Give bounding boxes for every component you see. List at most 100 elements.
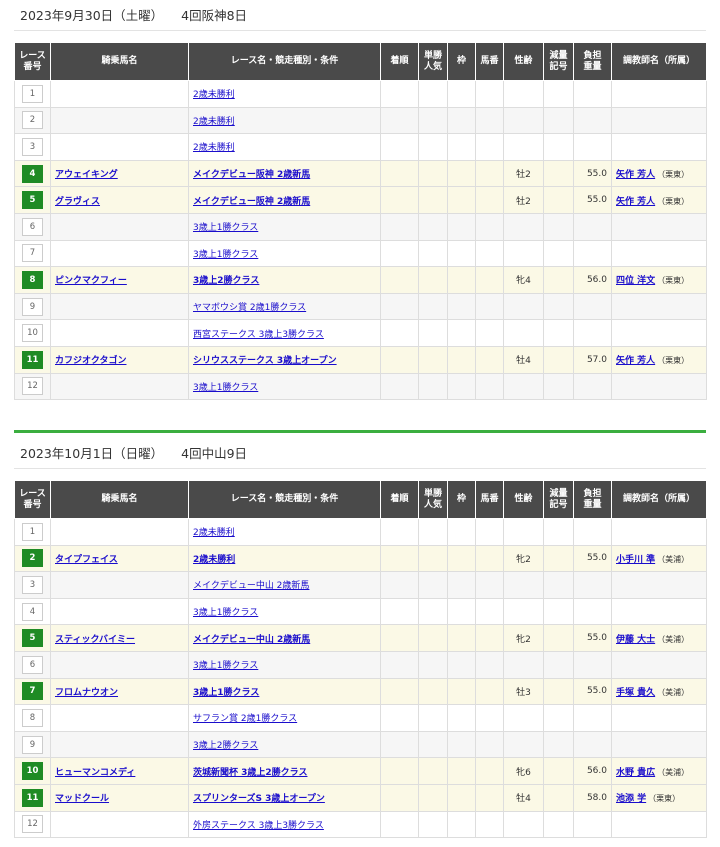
finish-cell — [380, 650, 419, 679]
sex-age-cell — [503, 597, 544, 626]
horse-name-link[interactable]: タイプフェイス — [55, 555, 118, 565]
race-name-link[interactable]: メイクデビュー阪神 2歳新馬 — [193, 170, 310, 180]
trainer-name-link[interactable]: 矢作 芳人 — [616, 170, 655, 180]
horse-name-link[interactable]: フロムナウオン — [55, 688, 118, 698]
trainer-name-link[interactable]: 矢作 芳人 — [616, 197, 655, 207]
race-name-link[interactable]: 茨城新聞杯 3歳上2勝クラス — [193, 768, 307, 778]
weight-reduction-cell — [543, 80, 574, 108]
frame-cell — [447, 133, 476, 161]
race-name-link[interactable]: サフラン賞 2歳1勝クラス — [193, 714, 297, 724]
popularity-cell — [418, 159, 448, 188]
weight-reduction-cell — [543, 518, 574, 546]
horse-number-cell — [475, 266, 504, 294]
table-row: 1 2歳未勝利 — [14, 518, 707, 546]
race-name-cell: メイクデビュー中山 2歳新馬 — [188, 624, 381, 652]
table-row: 6 3歳上1勝クラス — [14, 650, 707, 679]
horse-name-cell — [50, 212, 189, 241]
popularity-cell — [418, 345, 448, 374]
column-header: 減量 記号 — [543, 42, 574, 81]
trainer-cell — [611, 133, 707, 161]
horse-name-link[interactable]: ヒューマンコメディ — [55, 768, 135, 778]
race-name-link[interactable]: メイクデビュー中山 2歳新馬 — [193, 635, 310, 645]
race-name-link[interactable]: 3歳上2勝クラス — [193, 276, 259, 286]
race-name-link[interactable]: 2歳未勝利 — [193, 528, 235, 538]
trainer-cell — [611, 372, 707, 401]
race-name-link[interactable]: 3歳上1勝クラス — [193, 383, 258, 393]
finish-cell — [380, 266, 419, 294]
horse-name-link[interactable]: カフジオクタゴン — [55, 356, 126, 366]
horse-name-cell: タイプフェイス — [50, 544, 189, 573]
finish-cell — [380, 624, 419, 652]
race-name-link[interactable]: 3歳上1勝クラス — [193, 223, 258, 233]
race-name-link[interactable]: メイクデビュー中山 2歳新馬 — [193, 581, 309, 591]
race-name-link[interactable]: 2歳未勝利 — [193, 555, 235, 565]
horse-number-cell — [475, 597, 504, 626]
race-number-cell: 6 — [14, 212, 51, 241]
race-name-link[interactable]: メイクデビュー阪神 2歳新馬 — [193, 197, 310, 207]
finish-cell — [380, 133, 419, 161]
horse-name-cell: マッドクール — [50, 783, 189, 812]
trainer-affiliation: （栗東） — [657, 196, 690, 206]
frame-cell — [447, 239, 476, 268]
column-header: 騎乗馬名 — [50, 480, 189, 519]
popularity-cell — [418, 212, 448, 241]
trainer-name-link[interactable]: 池添 学 — [616, 794, 646, 804]
race-name-cell: 外房ステークス 3歳上3勝クラス — [188, 810, 381, 839]
horse-name-link[interactable]: グラヴィス — [55, 197, 100, 207]
carried-weight-cell — [573, 810, 612, 839]
popularity-cell — [418, 186, 448, 214]
horse-number-cell — [475, 186, 504, 214]
trainer-name-link[interactable]: 四位 洋文 — [616, 276, 655, 286]
race-number-badge: 11 — [22, 350, 43, 369]
race-name-link[interactable]: 3歳上1勝クラス — [193, 661, 258, 671]
race-name-link[interactable]: 3歳上1勝クラス — [193, 608, 258, 618]
race-name-link[interactable]: 3歳上1勝クラス — [193, 250, 258, 260]
horse-name-link[interactable]: マッドクール — [55, 794, 109, 804]
race-name-cell: 3歳上2勝クラス — [188, 730, 381, 759]
finish-cell — [380, 319, 419, 347]
race-name-link[interactable]: ヤマボウシ賞 2歳1勝クラス — [193, 303, 306, 313]
popularity-cell — [418, 571, 448, 599]
trainer-name-link[interactable]: 水野 貴広 — [616, 768, 655, 778]
finish-cell — [380, 757, 419, 785]
finish-cell — [380, 571, 419, 599]
trainer-affiliation: （美浦） — [657, 634, 690, 644]
weight-reduction-cell — [543, 186, 574, 214]
race-name-link[interactable]: 2歳未勝利 — [193, 90, 235, 100]
horse-name-link[interactable]: ピンクマクフィー — [55, 276, 127, 286]
frame-cell — [447, 597, 476, 626]
horse-name-link[interactable]: スティックバイミー — [55, 635, 135, 645]
popularity-cell — [418, 292, 448, 321]
race-name-link[interactable]: 3歳上1勝クラス — [193, 688, 259, 698]
carried-weight-cell — [573, 133, 612, 161]
race-name-link[interactable]: 外房ステークス 3歳上3勝クラス — [193, 821, 324, 831]
trainer-name-link[interactable]: 矢作 芳人 — [616, 356, 655, 366]
race-number-cell: 8 — [14, 704, 51, 732]
race-name-link[interactable]: 2歳未勝利 — [193, 117, 235, 127]
popularity-cell — [418, 133, 448, 161]
trainer-name-link[interactable]: 伊藤 大士 — [616, 635, 655, 645]
race-name-link[interactable]: 3歳上2勝クラス — [193, 741, 258, 751]
popularity-cell — [418, 677, 448, 706]
race-name-link[interactable]: 2歳未勝利 — [193, 143, 235, 153]
race-number-cell: 10 — [14, 319, 51, 347]
race-name-link[interactable]: スプリンターズS 3歳上オープン — [193, 794, 325, 804]
race-number-badge: 12 — [22, 815, 43, 834]
horse-name-cell: フロムナウオン — [50, 677, 189, 706]
horse-number-cell — [475, 544, 504, 573]
race-name-link[interactable]: 西宮ステークス 3歳上3勝クラス — [193, 330, 324, 340]
race-number-badge: 1 — [22, 522, 43, 541]
race-number-cell: 9 — [14, 730, 51, 759]
trainer-cell: 四位 洋文 （栗東） — [611, 266, 707, 294]
frame-cell — [447, 372, 476, 401]
horse-name-cell — [50, 292, 189, 321]
race-name-link[interactable]: シリウスステークス 3歳上オープン — [193, 356, 337, 366]
carried-weight-cell — [573, 730, 612, 759]
popularity-cell — [418, 518, 448, 546]
trainer-name-link[interactable]: 手塚 貴久 — [616, 688, 655, 698]
horse-number-cell — [475, 133, 504, 161]
race-name-cell: メイクデビュー阪神 2歳新馬 — [188, 159, 381, 188]
table-row: 5 グラヴィス メイクデビュー阪神 2歳新馬 牡2 55.0 矢作 芳人 （栗東） — [14, 186, 707, 214]
horse-name-link[interactable]: アウェイキング — [55, 170, 118, 180]
trainer-name-link[interactable]: 小手川 準 — [616, 555, 655, 565]
